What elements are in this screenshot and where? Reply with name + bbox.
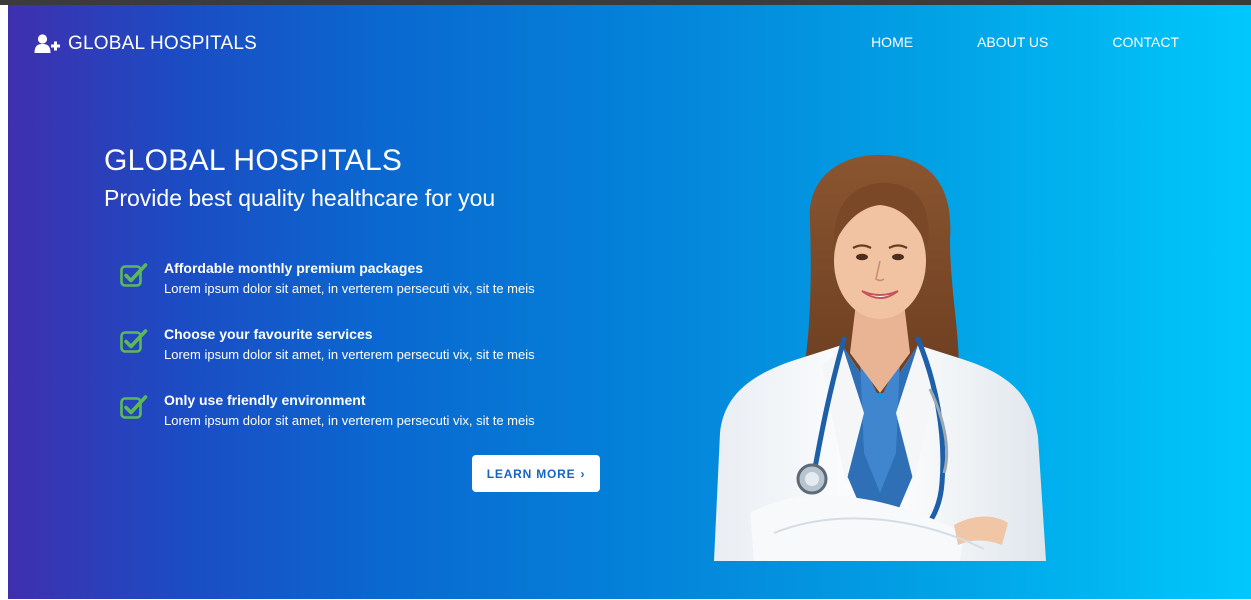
doctor-photo <box>714 154 1046 561</box>
chevron-right-icon: › <box>580 466 586 481</box>
feature-description: Lorem ipsum dolor sit amet, in verterem … <box>164 281 535 296</box>
left-margin <box>0 5 8 600</box>
feature-list: Affordable monthly premium packages Lore… <box>120 258 620 456</box>
check-square-icon <box>120 329 148 353</box>
hero-title: GLOBAL HOSPITALS <box>104 144 403 177</box>
feature-description: Lorem ipsum dolor sit amet, in verterem … <box>164 347 535 362</box>
user-plus-icon <box>34 34 60 53</box>
feature-title: Only use friendly environment <box>164 392 366 408</box>
feature-item: Choose your favourite services Lorem ips… <box>120 324 620 390</box>
nav-home[interactable]: HOME <box>871 34 913 50</box>
check-square-icon <box>120 395 148 419</box>
feature-description: Lorem ipsum dolor sit amet, in verterem … <box>164 413 535 428</box>
feature-title: Choose your favourite services <box>164 326 373 342</box>
feature-title: Affordable monthly premium packages <box>164 260 424 276</box>
hero-section: GLOBAL HOSPITALS HOME ABOUT US CONTACT G… <box>8 5 1251 599</box>
feature-item: Only use friendly environment Lorem ipsu… <box>120 390 620 456</box>
learn-more-button[interactable]: LEARN MORE › <box>472 455 600 492</box>
brand-name: GLOBAL HOSPITALS <box>68 33 258 54</box>
hero-subtitle: Provide best quality healthcare for you <box>104 185 496 211</box>
check-square-icon <box>120 263 148 287</box>
nav-about-us[interactable]: ABOUT US <box>977 34 1048 50</box>
nav-contact[interactable]: CONTACT <box>1112 34 1179 50</box>
main-nav: HOME ABOUT US CONTACT <box>871 34 1179 50</box>
brand-logo[interactable]: GLOBAL HOSPITALS <box>34 31 257 57</box>
feature-item: Affordable monthly premium packages Lore… <box>120 258 620 324</box>
learn-more-label: LEARN MORE <box>486 466 576 481</box>
